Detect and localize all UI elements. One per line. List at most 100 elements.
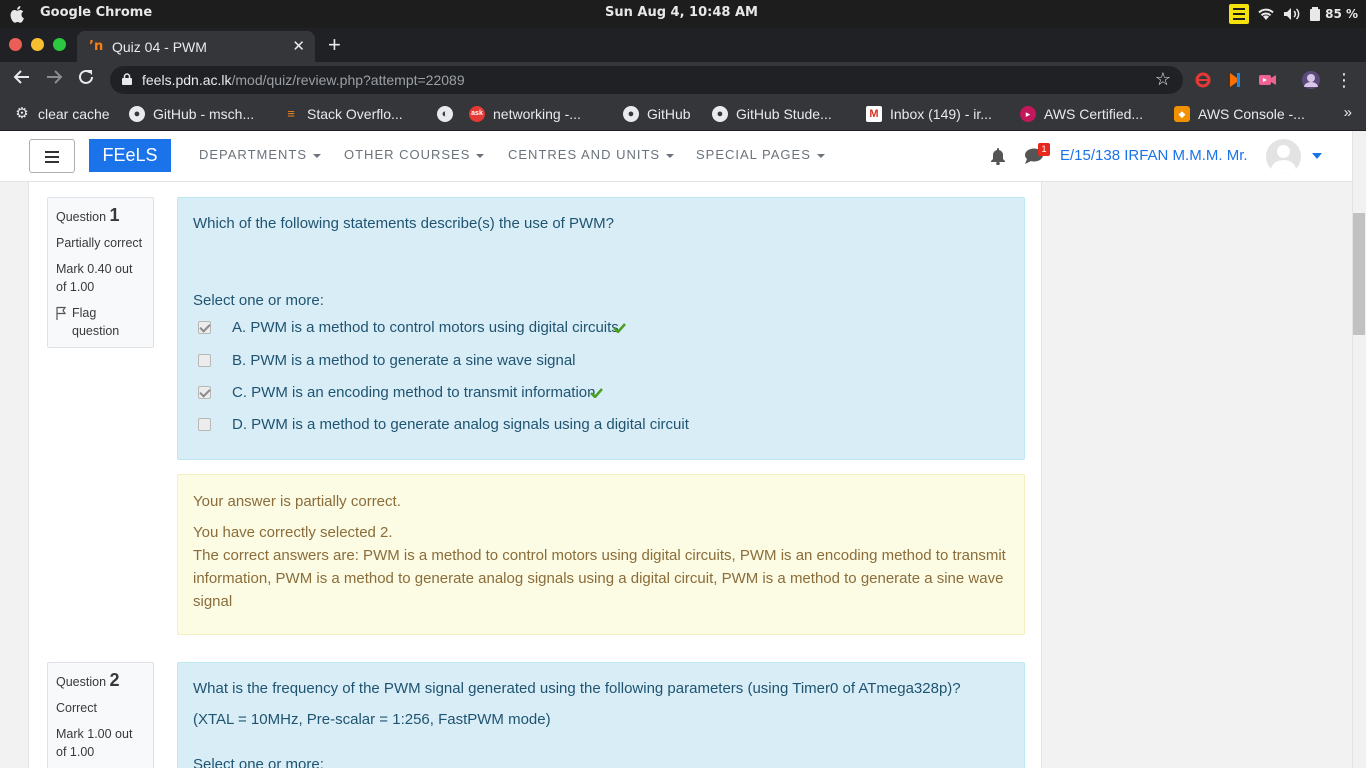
extension-orange-icon[interactable] (1225, 70, 1245, 90)
bookmark-github-msch[interactable]: ● GitHub - msch... (129, 104, 254, 124)
close-window-button[interactable] (9, 38, 22, 51)
user-menu-caret-icon[interactable] (1312, 153, 1322, 159)
option-label[interactable]: C. PWM is an encoding method to transmit… (232, 384, 596, 401)
bookmark-globe[interactable]: ◐ (437, 104, 461, 124)
chrome-menu-icon[interactable]: ⋮ (1332, 68, 1356, 92)
answer-option-c[interactable]: C. PWM is an encoding method to transmit… (198, 381, 603, 403)
clock[interactable]: Sun Aug 4, 10:48 AM (605, 5, 758, 20)
option-label[interactable]: A. PWM is a method to control motors usi… (232, 319, 619, 336)
user-avatar[interactable] (1266, 139, 1301, 174)
tab-title: Quiz 04 - PWM (112, 39, 207, 55)
hamburger-menu-button[interactable] (29, 139, 75, 173)
lock-icon[interactable] (122, 73, 132, 85)
option-checkbox[interactable] (198, 353, 211, 367)
caret-down-icon (313, 153, 322, 158)
profile-avatar-icon[interactable] (1301, 70, 1321, 90)
correct-check-icon (589, 388, 603, 398)
option-checkbox[interactable] (198, 417, 211, 431)
minimize-window-button[interactable] (31, 38, 44, 51)
bookmark-label: Stack Overflo... (307, 106, 403, 122)
back-arrow-icon (13, 70, 29, 84)
menu-departments[interactable]: DEPARTMENTS (199, 147, 322, 162)
question-state: Partially correct (56, 236, 143, 250)
bookmark-networking[interactable]: ask networking -... (469, 104, 581, 124)
page-scrollbar-thumb[interactable] (1353, 213, 1365, 335)
browser-tab-active[interactable]: ’n Quiz 04 - PWM ✕ (77, 31, 315, 62)
menu-centres-and-units[interactable]: CENTRES AND UNITS (508, 147, 675, 162)
question-text: What is the frequency of the PWM signal … (193, 680, 961, 697)
flag-question-link[interactable]: Flag question (56, 304, 145, 340)
new-tab-button[interactable]: + (328, 32, 341, 58)
menu-label: DEPARTMENTS (199, 147, 308, 162)
question-2-info: Question 2 Correct Mark 1.00 out of 1.00 (47, 662, 154, 768)
tab-close-icon[interactable]: ✕ (292, 37, 305, 55)
option-checkbox[interactable] (198, 320, 211, 334)
bookmark-stack-overflow[interactable]: ≡ Stack Overflo... (283, 104, 403, 124)
url-host: feels.pdn.ac.lk (142, 72, 232, 88)
browser-toolbar: feels.pdn.ac.lk/mod/quiz/review.php?atte… (0, 62, 1366, 98)
active-app-name[interactable]: Google Chrome (40, 5, 152, 20)
bookmark-aws-certified[interactable]: ▸ AWS Certified... (1020, 104, 1143, 124)
address-bar[interactable]: feels.pdn.ac.lk/mod/quiz/review.php?atte… (110, 66, 1183, 94)
question-parameters: (XTAL = 10MHz, Pre-scalar = 1:256, FastP… (193, 711, 551, 728)
extension-video-icon[interactable] (1257, 70, 1277, 90)
menu-special-pages[interactable]: SPECIAL PAGES (696, 147, 825, 162)
question-label: Question (56, 675, 107, 689)
menu-other-courses[interactable]: OTHER COURSES (344, 147, 485, 162)
question-mark: Mark 0.40 out of 1.00 (56, 262, 133, 294)
bookmark-label: AWS Console -... (1198, 106, 1305, 122)
back-button[interactable] (10, 68, 34, 92)
bookmark-gmail-inbox[interactable]: M Inbox (149) - ir... (866, 104, 992, 124)
feedback-selected: You have correctly selected 2. (193, 524, 393, 541)
caret-down-icon (476, 153, 485, 158)
correct-check-icon (612, 323, 626, 333)
extension-red-icon[interactable] (1193, 70, 1213, 90)
bookmark-label: clear cache (38, 106, 110, 122)
volume-icon[interactable] (1283, 7, 1301, 21)
site-brand-logo[interactable]: FEeLS (89, 139, 171, 172)
answer-option-b[interactable]: B. PWM is a method to generate a sine wa… (198, 349, 576, 371)
user-menu-name[interactable]: E/15/138 IRFAN M.M.M. Mr. (1060, 147, 1248, 164)
github-icon: ● (623, 106, 639, 122)
url-text[interactable]: feels.pdn.ac.lk/mod/quiz/review.php?atte… (142, 72, 465, 88)
moodle-favicon-icon: ’n (89, 39, 104, 54)
question-1-info: Question 1 Partially correct Mark 0.40 o… (47, 197, 154, 348)
more-bookmarks-icon[interactable]: » (1344, 104, 1352, 121)
feedback-summary: Your answer is partially correct. (193, 493, 401, 510)
bookmark-clear-cache[interactable]: ⚙ clear cache (14, 104, 110, 124)
answer-option-d[interactable]: D. PWM is a method to generate analog si… (198, 413, 689, 435)
bookmark-aws-console[interactable]: ◆ AWS Console -... (1174, 104, 1305, 124)
notes-indicator-icon[interactable] (1229, 4, 1250, 24)
forward-arrow-icon (47, 70, 63, 84)
message-count-badge: 1 (1038, 143, 1050, 156)
option-checkbox[interactable] (198, 385, 211, 399)
bookmark-star-icon[interactable]: ☆ (1155, 69, 1171, 90)
forward-button[interactable] (42, 68, 66, 92)
battery-indicator[interactable]: 85 % (1309, 7, 1358, 21)
menu-label: OTHER COURSES (344, 147, 471, 162)
answer-option-a[interactable]: A. PWM is a method to control motors usi… (198, 316, 626, 338)
battery-icon (1310, 7, 1321, 21)
maximize-window-button[interactable] (53, 38, 66, 51)
flag-icon (56, 306, 67, 320)
notification-bell-icon[interactable] (990, 147, 1006, 165)
wifi-icon[interactable] (1257, 7, 1275, 21)
bookmark-label: Inbox (149) - ir... (890, 106, 992, 122)
question-number: 1 (109, 205, 120, 225)
apple-icon[interactable] (9, 4, 27, 24)
flag-label: Flag question (72, 306, 120, 338)
option-label[interactable]: B. PWM is a method to generate a sine wa… (232, 352, 576, 369)
bookmark-github[interactable]: ● GitHub (623, 104, 691, 124)
caret-down-icon (816, 153, 825, 158)
bookmark-github-student[interactable]: ● GitHub Stude... (712, 104, 832, 124)
battery-percent: 85 % (1325, 7, 1358, 21)
question-mark: Mark 1.00 out of 1.00 (56, 727, 133, 759)
question-1-content: Which of the following statements descri… (177, 197, 1025, 460)
reload-icon (79, 69, 93, 84)
option-label[interactable]: D. PWM is a method to generate analog si… (232, 416, 689, 433)
bookmark-label: GitHub Stude... (736, 106, 832, 122)
caret-down-icon (666, 153, 675, 158)
menu-label: SPECIAL PAGES (696, 147, 811, 162)
reload-button[interactable] (74, 68, 98, 92)
aws-certified-icon: ▸ (1020, 106, 1036, 122)
